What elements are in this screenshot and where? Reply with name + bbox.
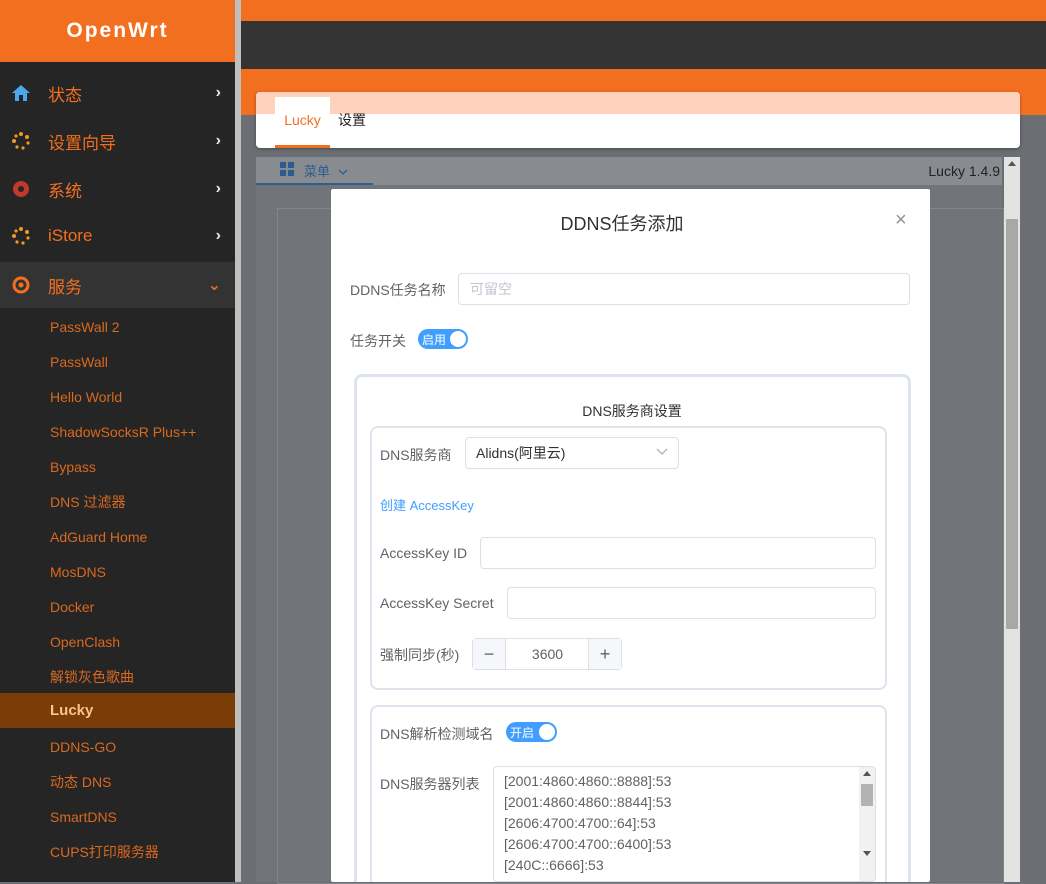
- sidebar-subitem-unblock-music[interactable]: 解锁灰色歌曲: [0, 659, 235, 694]
- sidebar-subitem-bypass[interactable]: Bypass: [0, 449, 235, 484]
- dns-server-line: [2606:4700:4700::6400]:53: [504, 836, 672, 852]
- sidebar-item-wizard[interactable]: 设置向导 ›: [0, 118, 235, 164]
- services-icon: [10, 274, 32, 296]
- provider-select[interactable]: Alidns(阿里云): [465, 437, 679, 469]
- task-switch-label: 任务开关: [350, 333, 406, 349]
- close-icon[interactable]: ×: [895, 209, 907, 232]
- sidebar-subitem-passwall[interactable]: PassWall: [0, 344, 235, 379]
- dns-server-line: [240C::6666]:53: [504, 857, 604, 873]
- chevron-right-icon: ›: [215, 227, 221, 244]
- dns-servers-lines: [2001:4860:4860::8888]:53 [2001:4860:486…: [504, 771, 671, 876]
- sidebar-subitem-dns-filter[interactable]: DNS 过滤器: [0, 484, 235, 519]
- chevron-down-icon: [338, 163, 348, 178]
- toggle-knob: [450, 331, 466, 347]
- sidebar-item-status[interactable]: 状态 ›: [0, 70, 235, 116]
- scroll-up-icon[interactable]: [1008, 161, 1016, 166]
- toggle-knob: [539, 724, 555, 740]
- dns-check-toggle[interactable]: 开启: [506, 722, 557, 742]
- dns-server-line: [2001:4860:4860::8844]:53: [504, 794, 672, 810]
- gear-icon: [10, 178, 32, 200]
- sidebar-item-label: 状态: [48, 85, 82, 105]
- sidebar-subitem-minidlna[interactable]: MiniDLNA: [0, 869, 235, 883]
- scroll-down-icon[interactable]: [863, 851, 871, 856]
- chevron-down-icon: [656, 445, 668, 459]
- scrollbar-thumb[interactable]: [1006, 219, 1018, 629]
- scroll-up-icon[interactable]: [863, 771, 871, 776]
- sidebar-subitem-openclash[interactable]: OpenClash: [0, 624, 235, 659]
- sidebar-item-label: 系统: [48, 181, 82, 201]
- sidebar-subitem-passwall2[interactable]: PassWall 2: [0, 309, 235, 344]
- textarea-scrollbar[interactable]: [859, 767, 875, 881]
- provider-label: DNS服务商: [380, 447, 452, 463]
- tab-lucky[interactable]: Lucky: [275, 97, 330, 148]
- sidebar: OpenWrt 状态 › 设置向导 › 系统 › iStore › 服务 ⌄ P…: [0, 0, 235, 882]
- tab-bar-highlight: [256, 92, 1020, 114]
- grid-icon: [280, 161, 294, 179]
- sidebar-subitem-cups[interactable]: CUPS打印服务器: [0, 834, 235, 869]
- force-sync-value[interactable]: 3600: [506, 639, 589, 669]
- sidebar-item-label: 服务: [48, 277, 82, 297]
- sidebar-subitem-mosdns[interactable]: MosDNS: [0, 554, 235, 589]
- dns-server-line: [2606:4700:4700::64]:53: [504, 815, 656, 831]
- chevron-down-icon: ⌄: [207, 277, 221, 294]
- menu-button[interactable]: 菜单: [256, 157, 373, 185]
- task-name-label: DDNS任务名称: [350, 282, 446, 298]
- store-icon: [10, 225, 32, 247]
- sidebar-subitem-lucky[interactable]: Lucky: [0, 693, 235, 728]
- sidebar-item-services[interactable]: 服务 ⌄: [0, 262, 235, 308]
- ddns-add-dialog: DDNS任务添加 × DDNS任务名称 可留空 任务开关 启用 DNS服务商设置…: [331, 189, 930, 882]
- task-switch-text: 启用: [422, 332, 447, 347]
- page-scrollbar[interactable]: [1004, 157, 1020, 882]
- dns-check-switch-text: 开启: [510, 725, 535, 740]
- task-switch-toggle[interactable]: 启用: [418, 329, 468, 349]
- chevron-right-icon: ›: [215, 84, 221, 101]
- accesskey-id-input[interactable]: [480, 537, 876, 569]
- sidebar-subitem-ssrplus[interactable]: ShadowSocksR Plus++: [0, 414, 235, 449]
- dns-check-label: DNS解析检测域名: [380, 726, 494, 742]
- increment-button[interactable]: +: [588, 639, 621, 669]
- sidebar-subitem-smartdns[interactable]: SmartDNS: [0, 799, 235, 834]
- create-accesskey-link[interactable]: 创建 AccessKey: [380, 495, 474, 514]
- menu-button-label: 菜单: [304, 163, 331, 179]
- sidebar-subitem-helloworld[interactable]: Hello World: [0, 379, 235, 414]
- sidebar-item-system[interactable]: 系统 ›: [0, 166, 235, 212]
- wizard-icon: [10, 130, 32, 152]
- decrement-button[interactable]: −: [473, 639, 506, 669]
- textarea-scrollbar-thumb[interactable]: [861, 784, 873, 806]
- tab-settings[interactable]: 设置: [338, 110, 366, 130]
- task-name-input[interactable]: 可留空: [458, 273, 910, 305]
- sidebar-item-label: 设置向导: [48, 133, 116, 153]
- tab-lucky-label: Lucky: [284, 112, 321, 128]
- sidebar-item-label: iStore: [48, 226, 93, 245]
- dns-provider-section-title: DNS服务商设置: [582, 403, 682, 419]
- header-bar: [241, 21, 1046, 69]
- sidebar-subitem-docker[interactable]: Docker: [0, 589, 235, 624]
- dns-servers-textarea[interactable]: [2001:4860:4860::8888]:53 [2001:4860:486…: [493, 766, 876, 882]
- tab-active-indicator: [275, 145, 330, 148]
- dns-server-line: [2001:4860:4860::8888]:53: [504, 773, 672, 789]
- force-sync-label: 强制同步(秒): [380, 647, 460, 663]
- accesskey-id-label: AccessKey ID: [380, 545, 468, 561]
- lucky-header: 菜单 Lucky 1.4.9: [256, 157, 1002, 185]
- accesskey-secret-label: AccessKey Secret: [380, 595, 494, 611]
- version-label: Lucky 1.4.9: [928, 163, 1000, 179]
- tab-bar: Lucky 设置: [256, 92, 1020, 148]
- sidebar-subitem-ddns-go[interactable]: DDNS-GO: [0, 729, 235, 764]
- dns-servers-label: DNS服务器列表: [380, 776, 480, 792]
- sidebar-subitem-adguard[interactable]: AdGuard Home: [0, 519, 235, 554]
- top-accent-bar: [241, 0, 1046, 21]
- home-icon: [10, 82, 32, 104]
- dialog-title: DDNS任务添加: [560, 214, 684, 234]
- sidebar-subitem-dynamic-dns[interactable]: 动态 DNS: [0, 764, 235, 799]
- logo: OpenWrt: [0, 0, 235, 62]
- force-sync-stepper[interactable]: − 3600 +: [472, 638, 622, 670]
- chevron-right-icon: ›: [215, 180, 221, 197]
- sidebar-item-istore[interactable]: iStore ›: [0, 213, 235, 259]
- chevron-right-icon: ›: [215, 132, 221, 149]
- provider-select-value: Alidns(阿里云): [476, 445, 566, 461]
- accesskey-secret-input[interactable]: [507, 587, 876, 619]
